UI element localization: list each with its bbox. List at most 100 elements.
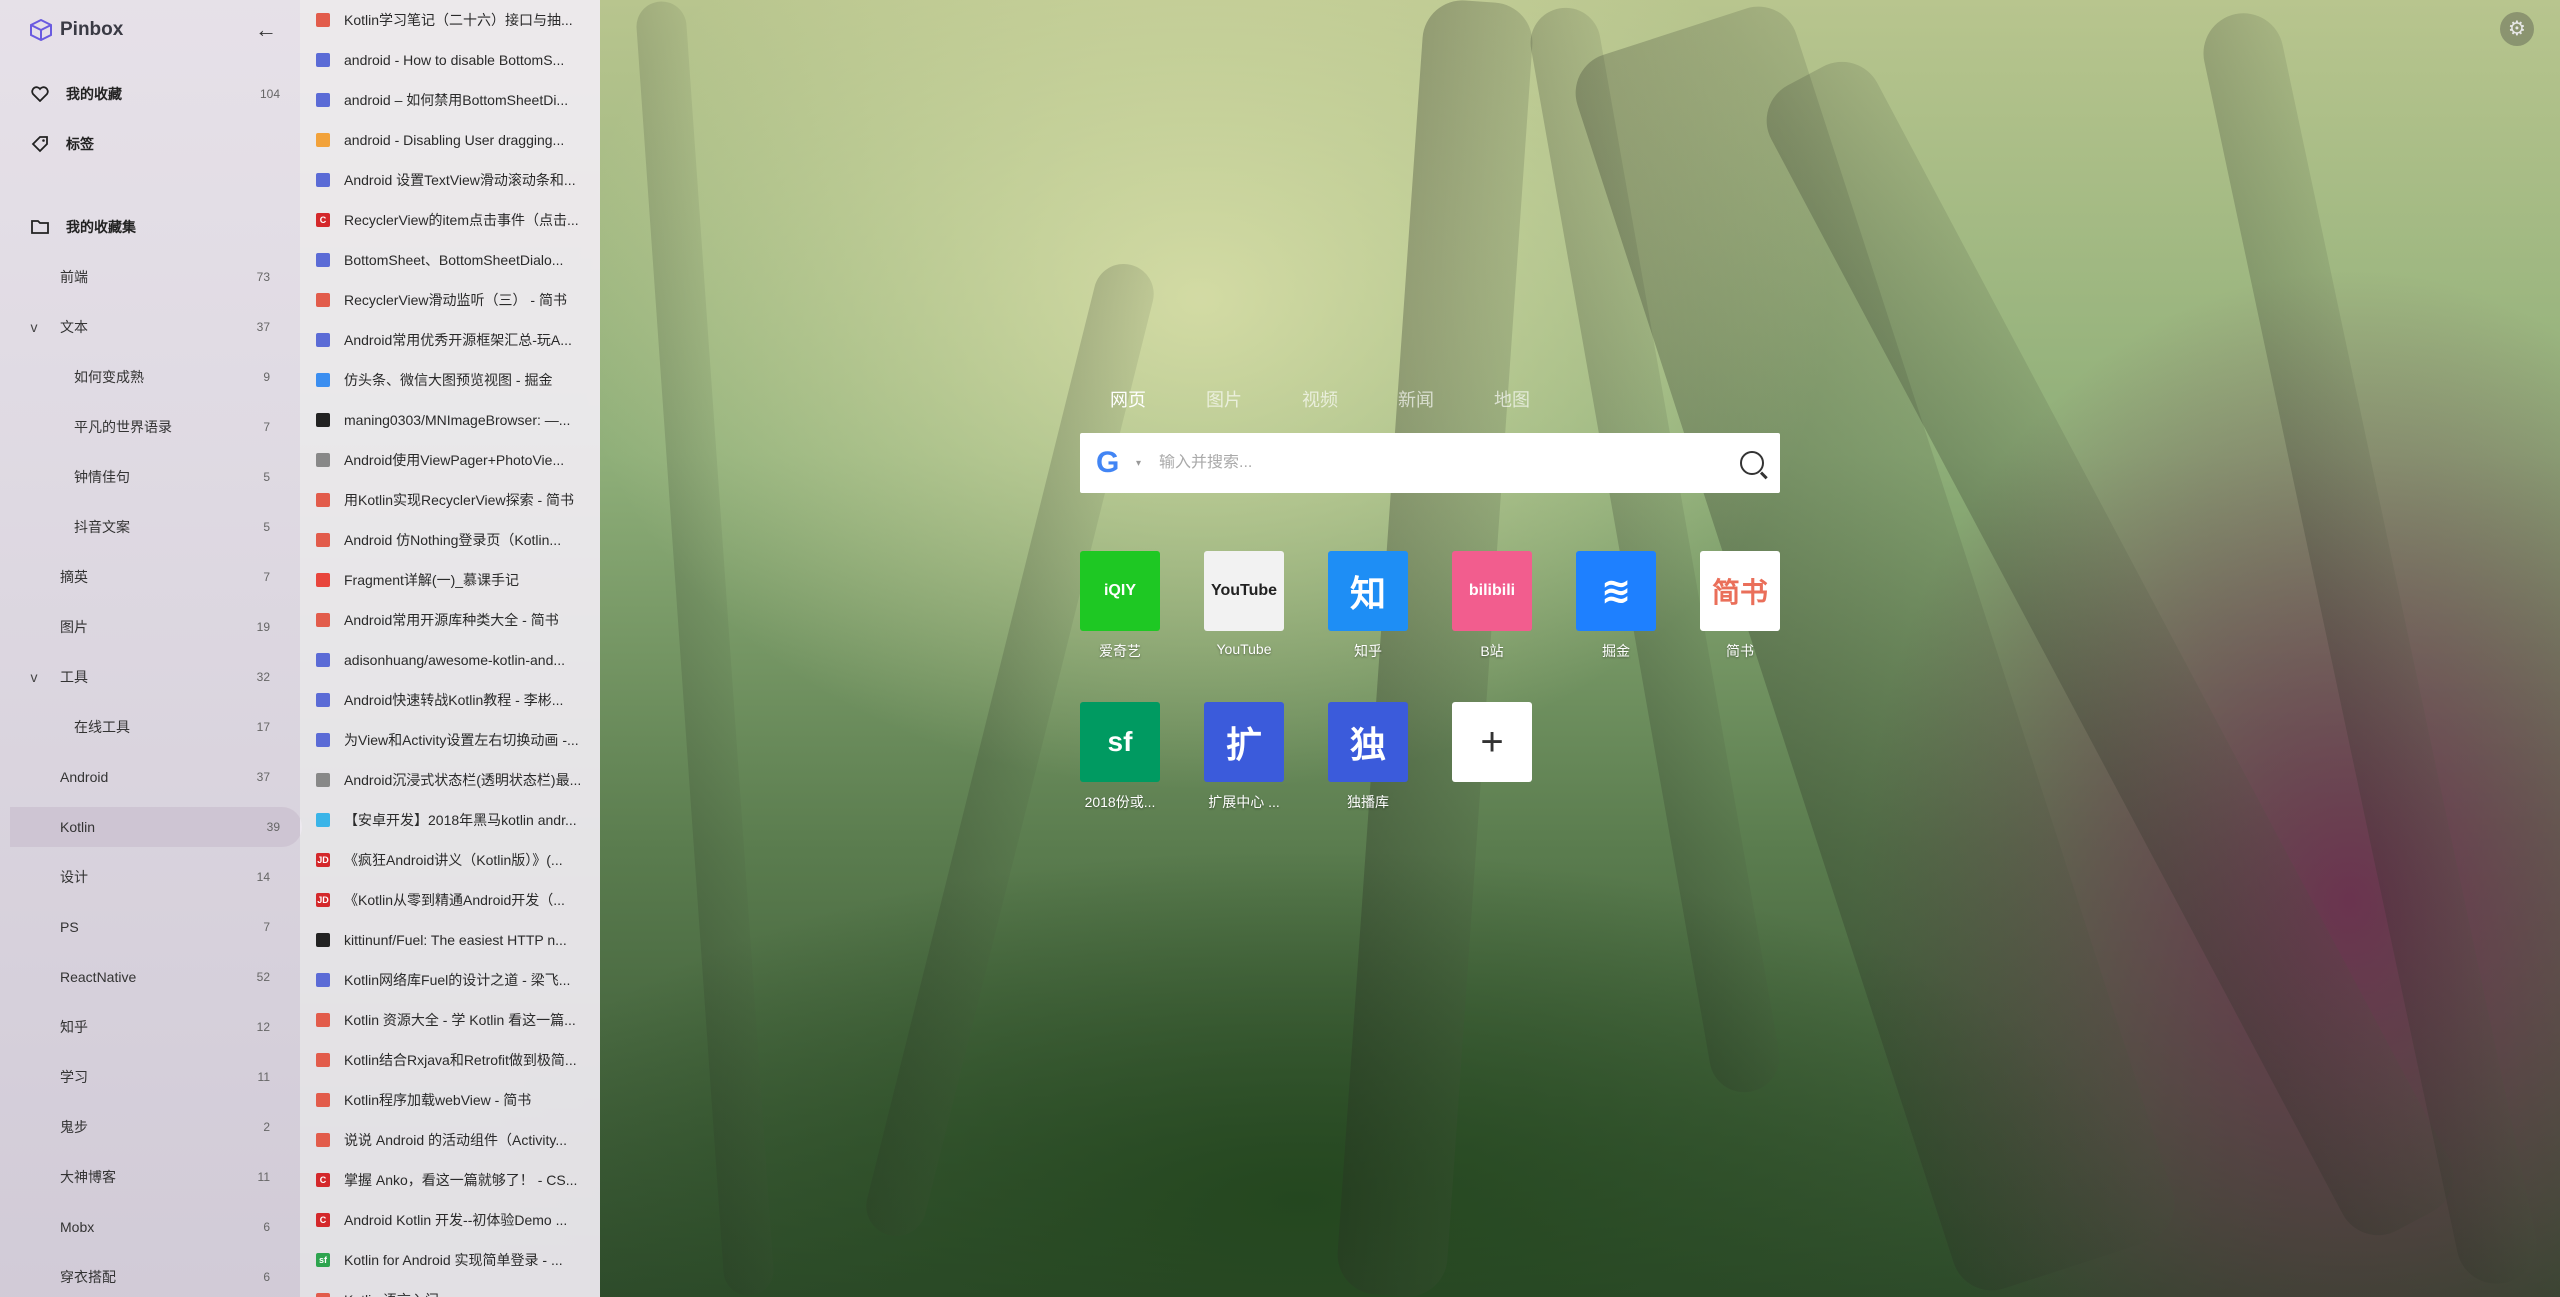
- collection-item[interactable]: 图片 19: [0, 607, 300, 647]
- collection-label: 图片: [60, 619, 88, 635]
- settings-button[interactable]: ⚙: [2500, 12, 2534, 46]
- bookmark-item[interactable]: RecyclerView滑动监听（三） - 简书: [300, 280, 600, 320]
- bookmark-item[interactable]: 说说 Android 的活动组件（Activity...: [300, 1120, 600, 1160]
- tab-images[interactable]: 图片: [1176, 386, 1272, 418]
- bookmark-item[interactable]: Kotlin结合Rxjava和Retrofit做到极简...: [300, 1040, 600, 1080]
- favicon-icon: [316, 453, 330, 467]
- nav-collections[interactable]: 我的收藏集: [0, 207, 300, 247]
- bookmark-item[interactable]: Android常用开源库种类大全 - 简书: [300, 600, 600, 640]
- collection-item[interactable]: Android 37: [0, 757, 300, 797]
- bookmark-item[interactable]: Kotlin学习笔记（二十六）接口与抽...: [300, 0, 600, 40]
- nav-tags[interactable]: 标签: [0, 124, 300, 164]
- bookmark-item[interactable]: adisonhuang/awesome-kotlin-and...: [300, 640, 600, 680]
- chevron-down-icon[interactable]: v: [26, 669, 42, 685]
- zhihu-icon[interactable]: 知: [1328, 551, 1408, 631]
- bookmark-item[interactable]: JD 《疯狂Android讲义（Kotlin版）》(...: [300, 840, 600, 880]
- bookmark-item[interactable]: Android快速转战Kotlin教程 - 李彬...: [300, 680, 600, 720]
- speed-dial-tile[interactable]: 扩扩展中心 ...: [1204, 702, 1284, 812]
- favicon-icon: [316, 13, 330, 27]
- bookmark-item[interactable]: maning0303/MNImageBrowser: —...: [300, 400, 600, 440]
- collection-item[interactable]: 如何变成熟 9: [0, 357, 300, 397]
- bookmark-item[interactable]: Kotlin网络库Fuel的设计之道 - 梁飞...: [300, 960, 600, 1000]
- jianshu-icon[interactable]: 简书: [1700, 551, 1780, 631]
- bookmark-item[interactable]: 用Kotlin实现RecyclerView探索 - 简书: [300, 480, 600, 520]
- search-input[interactable]: [1159, 454, 1740, 472]
- collection-label: 设计: [60, 869, 88, 885]
- bookmark-item[interactable]: JD 《Kotlin从零到精通Android开发（...: [300, 880, 600, 920]
- iqiyi-icon[interactable]: iQIY: [1080, 551, 1160, 631]
- collection-item[interactable]: 摘英 7: [0, 557, 300, 597]
- bookmark-item[interactable]: android - How to disable BottomS...: [300, 40, 600, 80]
- collection-item[interactable]: 鬼步 2: [0, 1107, 300, 1147]
- bookmark-item[interactable]: BottomSheet、BottomSheetDialo...: [300, 240, 600, 280]
- favicon-icon: JD: [316, 853, 330, 867]
- collection-count: 12: [256, 1020, 270, 1034]
- collection-item[interactable]: 前端 73: [0, 257, 300, 297]
- collection-item[interactable]: 设计 14: [0, 857, 300, 897]
- tab-maps[interactable]: 地图: [1464, 386, 1560, 418]
- collection-item[interactable]: ReactNative 52: [0, 957, 300, 997]
- collection-item[interactable]: 在线工具 17: [0, 707, 300, 747]
- bookmark-title: 仿头条、微信大图预览视图 - 掘金: [344, 372, 553, 388]
- favicon-icon: [316, 1133, 330, 1147]
- bookmark-item[interactable]: android - Disabling User dragging...: [300, 120, 600, 160]
- bookmark-item[interactable]: 【安卓开发】2018年黑马kotlin andr...: [300, 800, 600, 840]
- nav-favorites[interactable]: 我的收藏 104: [0, 74, 300, 114]
- collection-item[interactable]: v 工具 32: [0, 657, 300, 697]
- bookmark-item[interactable]: Android沉浸式状态栏(透明状态栏)最...: [300, 760, 600, 800]
- tab-news[interactable]: 新闻: [1368, 386, 1464, 418]
- collection-item[interactable]: 知乎 12: [0, 1007, 300, 1047]
- bookmark-item[interactable]: 为View和Activity设置左右切换动画 -...: [300, 720, 600, 760]
- speed-dial-tile[interactable]: 知知乎: [1328, 551, 1408, 661]
- speed-dial-tile[interactable]: bilibili B站: [1452, 551, 1532, 661]
- bookmark-title: Kotlin结合Rxjava和Retrofit做到极简...: [344, 1052, 577, 1068]
- collection-item[interactable]: 学习 11: [0, 1057, 300, 1097]
- collection-label: 在线工具: [74, 719, 130, 735]
- bookmark-item[interactable]: Android常用优秀开源框架汇总-玩A...: [300, 320, 600, 360]
- bookmark-item[interactable]: kittinunf/Fuel: The easiest HTTP n...: [300, 920, 600, 960]
- search-icon[interactable]: [1740, 451, 1764, 475]
- bookmark-item[interactable]: C Android Kotlin 开发--初体验Demo ...: [300, 1200, 600, 1240]
- tab-video[interactable]: 视频: [1272, 386, 1368, 418]
- google-logo-icon[interactable]: G: [1096, 446, 1136, 480]
- speed-dial-tile[interactable]: iQIY 爱奇艺: [1080, 551, 1160, 661]
- dubo-icon[interactable]: 独: [1328, 702, 1408, 782]
- bookmark-item[interactable]: Android使用ViewPager+PhotoVie...: [300, 440, 600, 480]
- collection-item[interactable]: PS 7: [0, 907, 300, 947]
- bookmark-item[interactable]: C 掌握 Anko，看这一篇就够了！ - CS...: [300, 1160, 600, 1200]
- collection-item[interactable]: 大神博客 11: [0, 1157, 300, 1197]
- bookmark-item[interactable]: Kotlin程序加载webView - 简书: [300, 1080, 600, 1120]
- bookmark-item[interactable]: C RecyclerView的item点击事件（点击...: [300, 200, 600, 240]
- speed-dial-tile[interactable]: +: [1452, 702, 1532, 792]
- speed-dial-tile[interactable]: ≋ 掘金: [1576, 551, 1656, 661]
- segmentfault-icon[interactable]: sf: [1080, 702, 1160, 782]
- bookmark-item[interactable]: 仿头条、微信大图预览视图 - 掘金: [300, 360, 600, 400]
- juejin-icon[interactable]: ≋: [1576, 551, 1656, 631]
- bookmark-item[interactable]: Fragment详解(一)_慕课手记: [300, 560, 600, 600]
- collection-item[interactable]: Kotlin 39: [10, 807, 302, 847]
- collection-item[interactable]: 穿衣搭配 6: [0, 1257, 300, 1297]
- bookmark-item[interactable]: Kotlin 语言入门: [300, 1280, 600, 1297]
- add-icon[interactable]: +: [1452, 702, 1532, 782]
- speed-dial-tile[interactable]: 独独播库: [1328, 702, 1408, 812]
- collection-item[interactable]: 钟情佳句 5: [0, 457, 300, 497]
- tab-web[interactable]: 网页: [1080, 386, 1176, 418]
- collection-item[interactable]: Mobx 6: [0, 1207, 300, 1247]
- bookmark-item[interactable]: Android 仿Nothing登录页（Kotlin...: [300, 520, 600, 560]
- bookmark-item[interactable]: Kotlin 资源大全 - 学 Kotlin 看这一篇...: [300, 1000, 600, 1040]
- bilibili-icon[interactable]: bilibili: [1452, 551, 1532, 631]
- collection-item[interactable]: 抖音文案 5: [0, 507, 300, 547]
- youtube-icon[interactable]: YouTube: [1204, 551, 1284, 631]
- bookmark-item[interactable]: android – 如何禁用BottomSheetDi...: [300, 80, 600, 120]
- speed-dial-tile[interactable]: 简书 简书: [1700, 551, 1780, 661]
- collection-item[interactable]: v 文本 37: [0, 307, 300, 347]
- bookmark-item[interactable]: Android 设置TextView滑动滚动条和...: [300, 160, 600, 200]
- speed-dial-tile[interactable]: YouTube YouTube: [1204, 551, 1284, 657]
- collapse-sidebar-button[interactable]: ←: [254, 18, 278, 42]
- speed-dial-tile[interactable]: sf 2018份或...: [1080, 702, 1160, 812]
- extension-icon[interactable]: 扩: [1204, 702, 1284, 782]
- engine-dropdown-icon[interactable]: ▾: [1136, 458, 1141, 469]
- chevron-down-icon[interactable]: v: [26, 319, 42, 335]
- collection-item[interactable]: 平凡的世界语录 7: [0, 407, 300, 447]
- bookmark-item[interactable]: sf Kotlin for Android 实现简单登录 - ...: [300, 1240, 600, 1280]
